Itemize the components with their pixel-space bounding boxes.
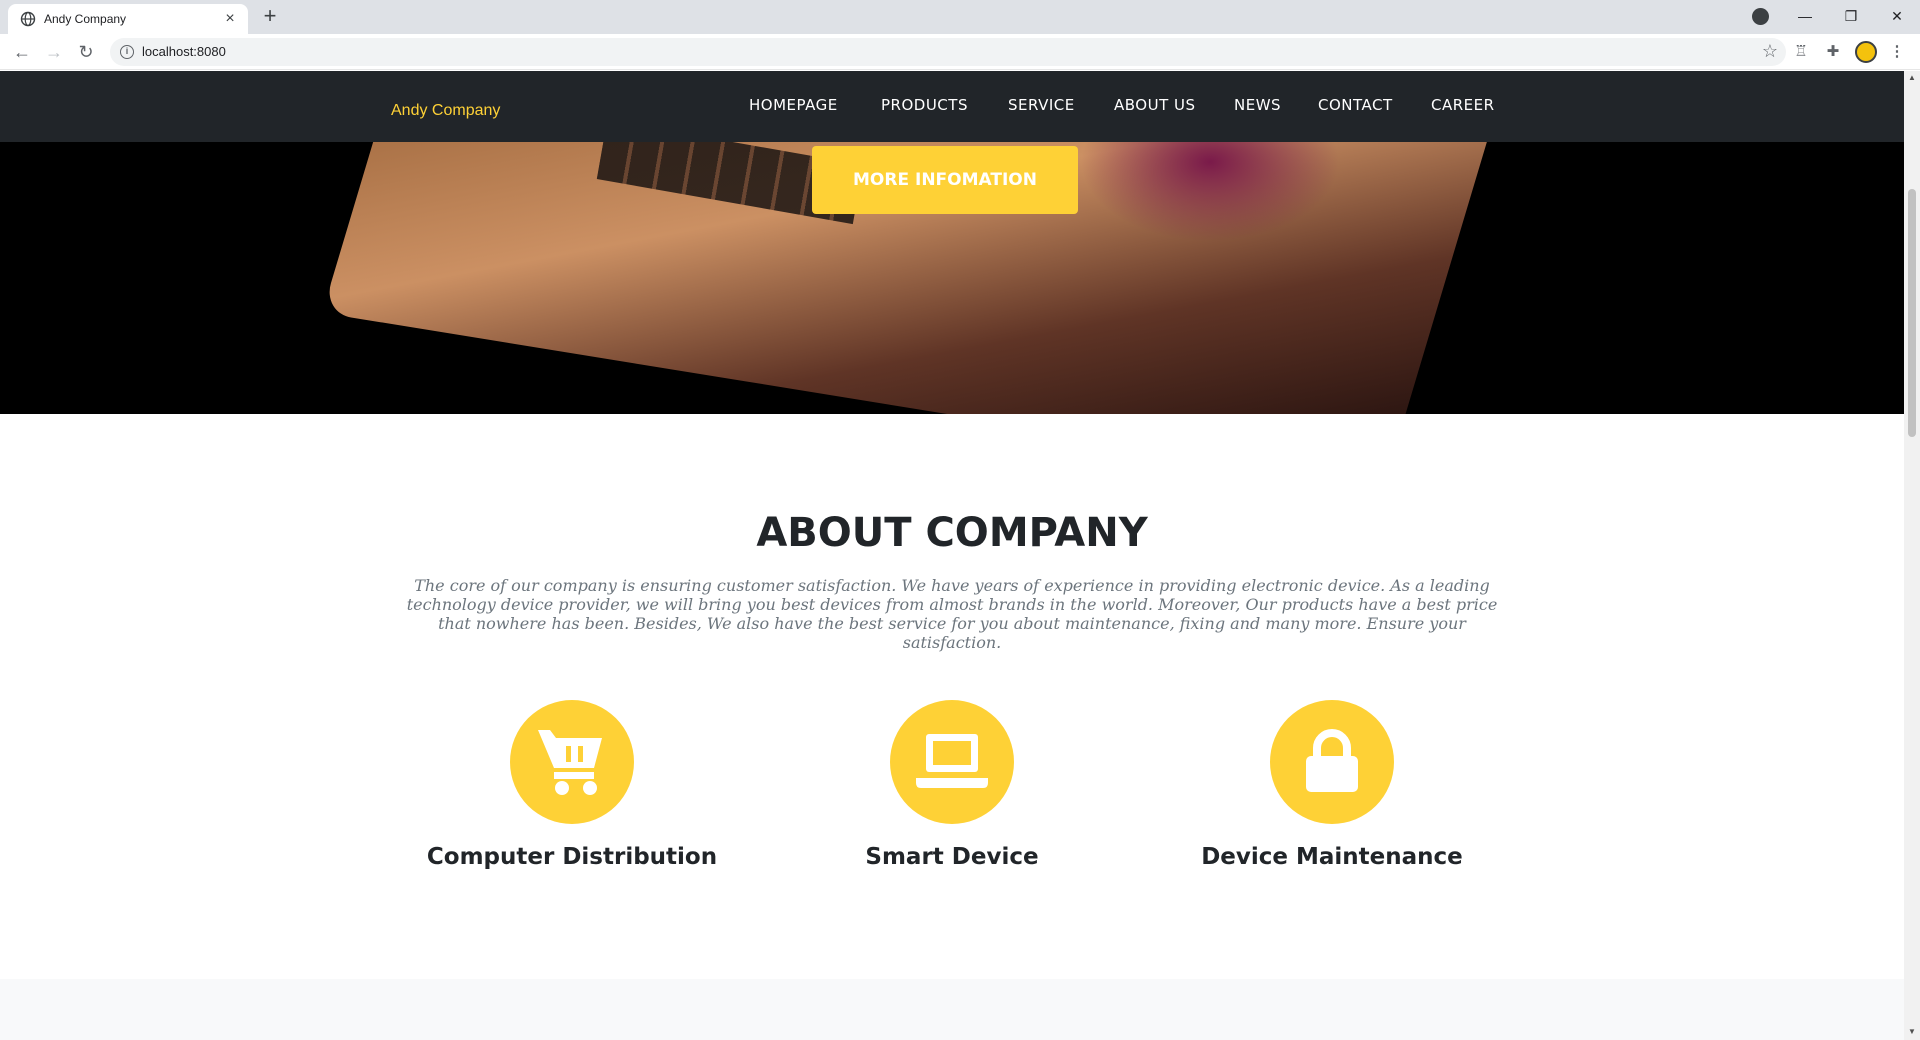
nav-career[interactable]: CAREER [1431, 96, 1495, 114]
nav-news[interactable]: NEWS [1234, 96, 1281, 114]
address-bar[interactable]: i localhost:8080 ☆ [110, 38, 1786, 66]
screen-glow [1080, 142, 1340, 242]
extension-icon[interactable]: ♖ [1790, 41, 1812, 63]
brand-logo[interactable]: Andy Company [391, 102, 500, 120]
new-tab-button[interactable]: + [258, 5, 282, 29]
tab-search-icon[interactable] [1752, 8, 1769, 25]
feature-icon-circle [1270, 700, 1394, 824]
scroll-up-icon[interactable]: ▲ [1908, 73, 1916, 82]
feature-title: Computer Distribution [426, 844, 718, 870]
feature-device-maintenance: Device Maintenance [1172, 700, 1492, 870]
minimize-button[interactable]: — [1782, 0, 1828, 32]
url-text: localhost:8080 [142, 44, 226, 59]
more-information-button[interactable]: MORE INFOMATION [812, 146, 1078, 214]
page-viewport: MORE INFOMATION Andy Company HOMEPAGE PR… [0, 71, 1904, 1040]
browser-tab[interactable]: Andy Company × [8, 4, 248, 34]
profile-avatar[interactable] [1855, 41, 1877, 63]
lock-icon [1306, 729, 1358, 792]
more-menu-icon[interactable]: ⋮ [1886, 41, 1908, 63]
nav-service[interactable]: SERVICE [1008, 96, 1075, 114]
scroll-thumb[interactable] [1908, 189, 1916, 437]
nav-about-us[interactable]: ABOUT US [1114, 96, 1196, 114]
nav-homepage[interactable]: HOMEPAGE [749, 96, 838, 114]
back-arrow-icon[interactable]: ← [10, 40, 34, 64]
shopping-cart-icon [538, 730, 602, 795]
page-scrollbar[interactable]: ▲ ▼ [1904, 71, 1920, 1040]
puzzle-icon[interactable]: ✚ [1822, 41, 1844, 63]
bookmark-star-icon[interactable]: ☆ [1762, 41, 1778, 62]
feature-smart-device: Smart Device [792, 700, 1112, 870]
feature-computer-distribution: Computer Distribution [412, 700, 732, 870]
about-section: ABOUT COMPANY The core of our company is… [0, 414, 1904, 979]
browser-tab-strip: Andy Company × + — ❐ ✕ [0, 0, 1920, 34]
close-tab-icon[interactable]: × [220, 9, 240, 29]
about-title: ABOUT COMPANY [756, 510, 1148, 556]
feature-title: Device Maintenance [1201, 844, 1463, 870]
globe-icon [20, 11, 36, 27]
laptop-icon [916, 734, 988, 788]
close-window-button[interactable]: ✕ [1874, 0, 1920, 32]
feature-icon-circle [890, 700, 1014, 824]
next-section [0, 979, 1904, 1040]
nav-products[interactable]: PRODUCTS [881, 96, 968, 114]
reload-icon[interactable]: ↻ [74, 40, 98, 64]
tab-title: Andy Company [44, 12, 127, 26]
feature-title: Smart Device [865, 844, 1039, 870]
forward-arrow-icon[interactable]: → [42, 40, 66, 64]
info-icon[interactable]: i [120, 45, 134, 59]
site-navbar: Andy Company HOMEPAGE PRODUCTS SERVICE A… [0, 71, 1904, 142]
browser-toolbar: ← → ↻ i localhost:8080 ☆ ♖ ✚ ⋮ [0, 34, 1920, 70]
nav-contact[interactable]: CONTACT [1318, 96, 1393, 114]
feature-icon-circle [510, 700, 634, 824]
about-description: The core of our company is ensuring cust… [406, 576, 1498, 652]
hero-section: MORE INFOMATION [0, 142, 1904, 414]
scroll-down-icon[interactable]: ▼ [1908, 1027, 1916, 1036]
restore-button[interactable]: ❐ [1828, 0, 1874, 32]
